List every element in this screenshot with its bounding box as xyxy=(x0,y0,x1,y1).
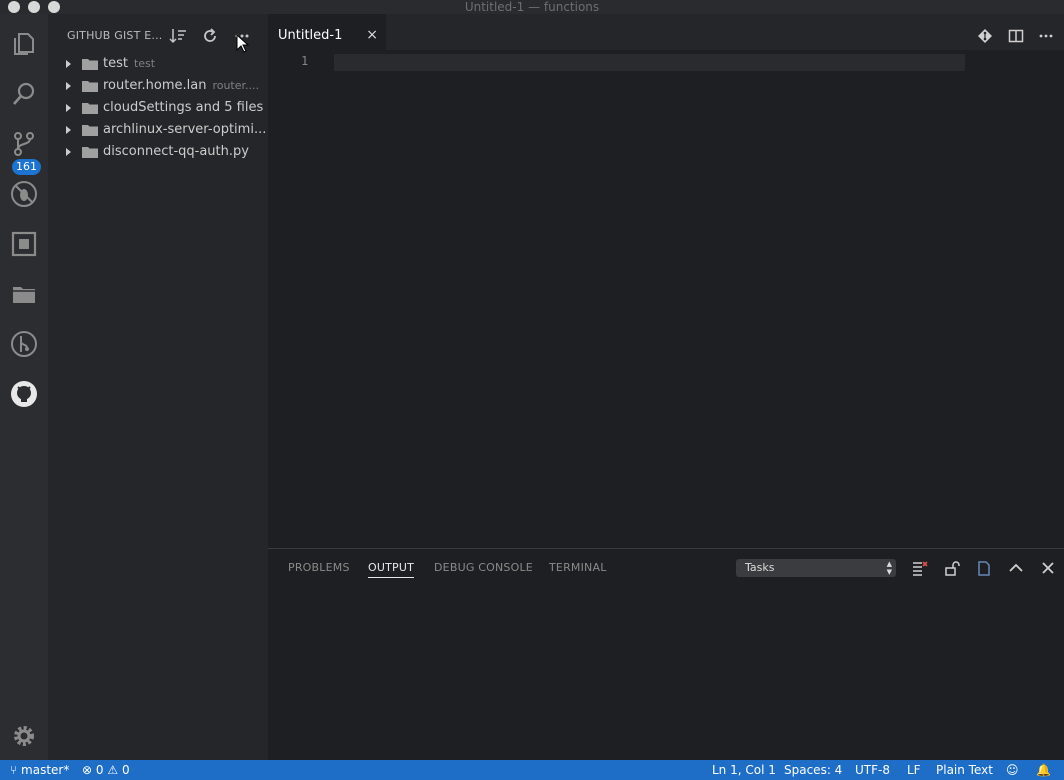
debug-button[interactable] xyxy=(0,170,48,218)
tab-label: Untitled-1 xyxy=(278,28,343,43)
extensions-button[interactable] xyxy=(0,220,48,268)
document-icon xyxy=(978,561,990,576)
gist-item-router[interactable]: router.home.lan router.... xyxy=(48,75,268,97)
refresh-icon xyxy=(204,28,216,42)
current-line-highlight[interactable] xyxy=(334,54,965,71)
gist-item-archlinux[interactable]: archlinux-server-optimi... xyxy=(48,119,268,141)
git-branch-icon: ⑂ xyxy=(10,763,18,777)
window-title: Untitled-1 — functions xyxy=(464,0,600,14)
warning-icon: ⚠ xyxy=(107,763,119,777)
sidebar-header: GITHUB GIST E... xyxy=(48,14,268,58)
output-channel-select[interactable]: Tasks ▲ ▼ xyxy=(736,559,896,577)
files-icon xyxy=(14,33,34,55)
tab-terminal[interactable]: TERMINAL xyxy=(549,561,607,574)
folder-icon xyxy=(82,125,98,136)
folder-icon xyxy=(82,103,98,114)
chevron-right-icon[interactable] xyxy=(66,148,71,156)
folder-icon xyxy=(13,287,35,303)
cursor-position[interactable]: Ln 1, Col 1 xyxy=(712,763,776,777)
git-branch-circle-icon xyxy=(11,331,37,357)
debug-icon xyxy=(11,181,37,207)
gitlens-button[interactable] xyxy=(0,320,48,368)
output-channel-value: Tasks xyxy=(745,561,775,574)
warning-count: 0 xyxy=(121,763,130,777)
tree-item-label: archlinux-server-optimi... xyxy=(103,122,267,137)
select-arrows-icon: ▲ ▼ xyxy=(886,560,892,576)
editor-area[interactable]: 1 xyxy=(268,50,1064,548)
close-icon[interactable]: × xyxy=(366,27,378,43)
chevron-up-icon xyxy=(1009,563,1023,572)
editor-tab-bar: Untitled-1 × xyxy=(268,14,1064,50)
extensions-icon xyxy=(11,231,37,257)
refresh-button[interactable] xyxy=(200,26,220,46)
tree-item-label: router.home.lan xyxy=(103,78,207,93)
gear-icon xyxy=(14,726,34,746)
feedback-icon[interactable]: ☺ xyxy=(1006,763,1019,777)
tab-output[interactable]: OUTPUT xyxy=(368,561,415,578)
search-icon xyxy=(13,82,35,105)
gist-tree: test test router.home.lan router.... cloud… xyxy=(48,53,268,163)
manage-button[interactable] xyxy=(0,712,48,760)
folder-icon xyxy=(82,81,98,92)
indentation[interactable]: Spaces: 4 xyxy=(784,763,842,777)
sort-button[interactable] xyxy=(168,26,188,46)
tab-problems[interactable]: PROBLEMS xyxy=(288,561,350,574)
lock-scroll-button[interactable] xyxy=(942,558,962,578)
bottom-panel: PROBLEMS OUTPUT DEBUG CONSOLE TERMINAL T… xyxy=(268,548,1064,760)
folders-button[interactable] xyxy=(0,270,48,318)
close-icon xyxy=(1042,562,1054,574)
mouse-pointer-icon xyxy=(236,34,250,53)
split-editor-button[interactable] xyxy=(1006,26,1026,46)
tree-item-description: test xyxy=(133,57,156,70)
open-changes-button[interactable] xyxy=(975,26,995,46)
tab-debug-console[interactable]: DEBUG CONSOLE xyxy=(434,561,533,574)
gist-item-test[interactable]: test test xyxy=(48,53,268,75)
status-bar: ⑂ master* ⊗ 0 ⚠ 0 Ln 1, Col 1 Spaces: 4 … xyxy=(0,760,1064,780)
tree-item-description: router.... xyxy=(212,79,259,92)
search-button[interactable] xyxy=(0,70,48,118)
more-icon xyxy=(1039,34,1053,38)
clear-output-icon xyxy=(913,561,928,576)
open-log-button[interactable] xyxy=(974,558,994,578)
explorer-button[interactable] xyxy=(0,20,48,68)
tree-item-label: disconnect-qq-auth.py xyxy=(103,144,249,159)
split-editor-icon xyxy=(1008,29,1024,43)
tab-untitled-1[interactable]: Untitled-1 × xyxy=(268,14,386,50)
github-gist-button[interactable] xyxy=(0,370,48,418)
chevron-right-icon[interactable] xyxy=(66,104,71,112)
branch-name: master* xyxy=(21,763,70,777)
activity-bar: 161 xyxy=(0,14,48,760)
problems-indicator[interactable]: ⊗ 0 ⚠ 0 xyxy=(82,763,130,777)
branch-indicator[interactable]: ⑂ master* xyxy=(10,763,69,777)
gist-item-cloudsettings[interactable]: cloudSettings and 5 files xyxy=(48,97,268,119)
git-compare-icon xyxy=(978,29,992,43)
title-bar: Untitled-1 — functions xyxy=(0,0,1064,14)
source-control-icon xyxy=(14,132,34,156)
clear-output-button[interactable] xyxy=(910,558,930,578)
error-icon: ⊗ xyxy=(82,763,93,777)
line-number: 1 xyxy=(301,54,309,68)
github-icon xyxy=(11,381,37,407)
bell-icon[interactable]: 🔔 xyxy=(1036,763,1051,777)
sort-icon xyxy=(169,29,186,44)
unlock-icon xyxy=(945,561,960,576)
gist-item-disconnect[interactable]: disconnect-qq-auth.py xyxy=(48,141,268,163)
tree-item-label: test xyxy=(103,56,128,71)
folder-icon xyxy=(82,147,98,158)
sidebar: GITHUB GIST E... test test router.home.l… xyxy=(48,14,268,760)
close-panel-button[interactable] xyxy=(1038,558,1058,578)
chevron-right-icon[interactable] xyxy=(66,126,71,134)
tree-item-label: cloudSettings and 5 files xyxy=(103,100,264,115)
end-of-line[interactable]: LF xyxy=(907,763,921,777)
encoding[interactable]: UTF-8 xyxy=(855,763,890,777)
language-mode[interactable]: Plain Text xyxy=(936,763,993,777)
folder-icon xyxy=(82,59,98,70)
error-count: 0 xyxy=(95,763,104,777)
chevron-right-icon[interactable] xyxy=(66,82,71,90)
editor-more-button[interactable] xyxy=(1036,26,1056,46)
sidebar-title: GITHUB GIST E... xyxy=(67,29,163,42)
maximize-panel-button[interactable] xyxy=(1006,558,1026,578)
chevron-right-icon[interactable] xyxy=(66,60,71,68)
